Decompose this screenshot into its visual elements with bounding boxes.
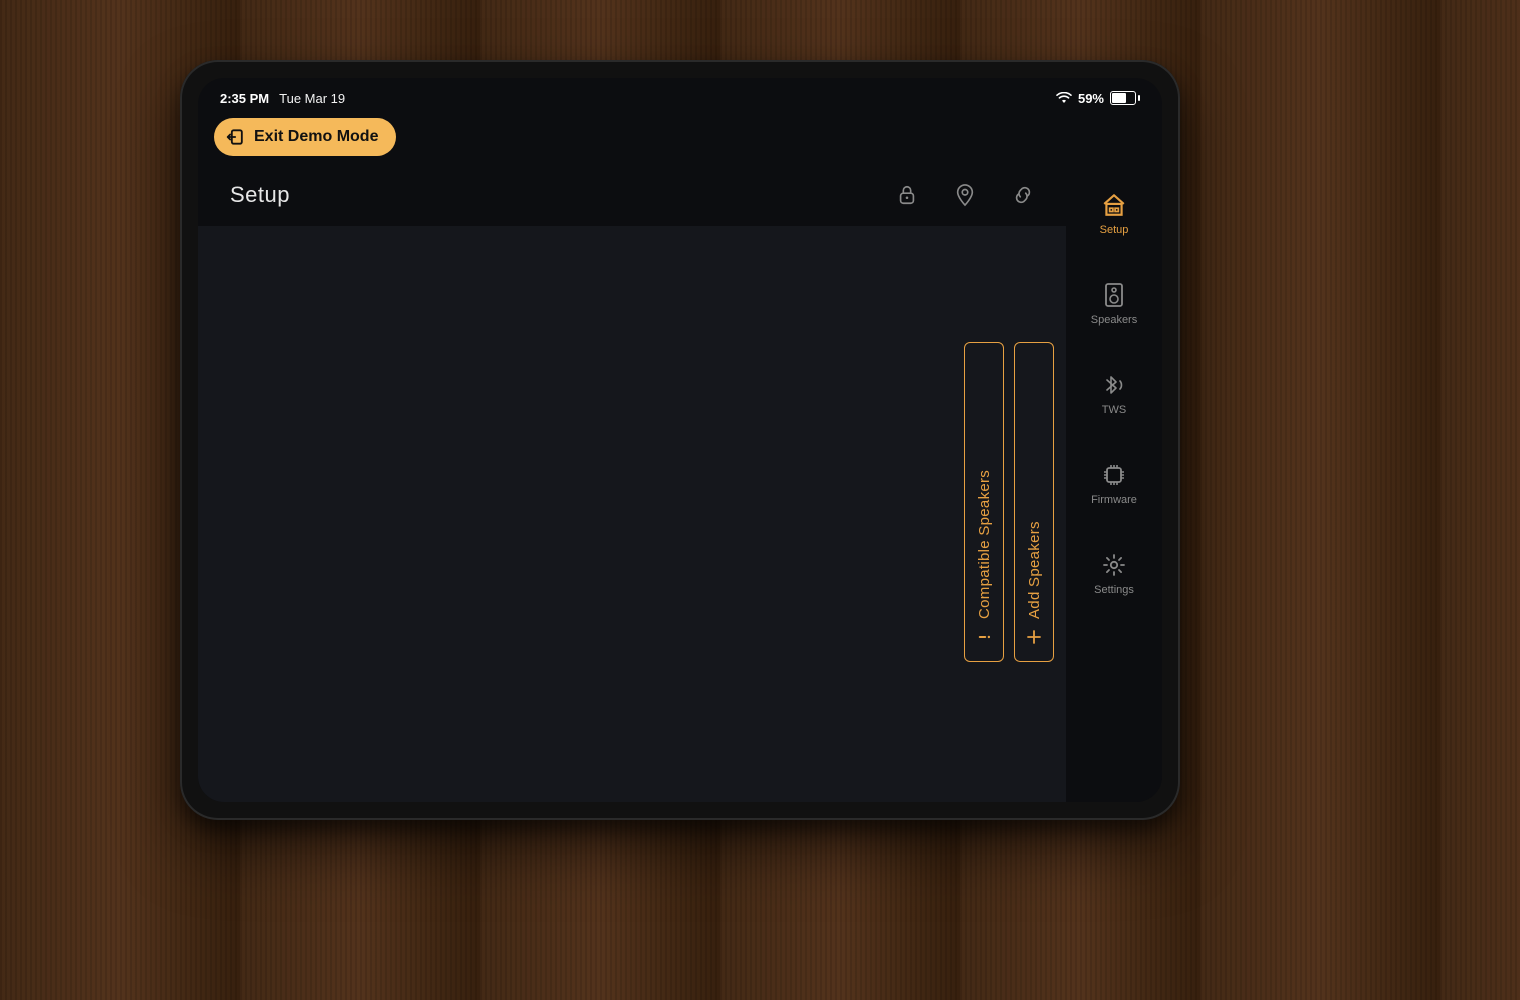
nav-settings[interactable]: Settings	[1074, 552, 1154, 596]
page-header: Setup	[198, 164, 1066, 226]
home-icon	[1101, 192, 1127, 218]
lock-icon[interactable]	[896, 184, 918, 206]
nav-tws[interactable]: TWS	[1074, 372, 1154, 416]
status-bar: 2:35 PM Tue Mar 19 59%	[198, 84, 1162, 112]
add-speakers-label: Add Speakers	[1026, 357, 1043, 619]
exit-icon	[226, 127, 246, 147]
nav-rail: Setup Speakers	[1066, 164, 1162, 802]
plus-icon	[1024, 627, 1044, 647]
nav-speakers[interactable]: Speakers	[1074, 282, 1154, 326]
exit-demo-label: Exit Demo Mode	[254, 128, 378, 146]
content-panel: Compatible Speakers Add Speakers	[198, 226, 1066, 802]
main-column: Setup	[198, 164, 1066, 802]
nav-tws-label: TWS	[1102, 404, 1126, 416]
nav-speakers-label: Speakers	[1091, 314, 1137, 326]
exit-demo-button[interactable]: Exit Demo Mode	[214, 118, 396, 156]
nav-setup[interactable]: Setup	[1074, 192, 1154, 236]
location-pin-icon[interactable]	[954, 184, 976, 206]
compatible-speakers-tab[interactable]: Compatible Speakers	[964, 342, 1004, 662]
nav-setup-label: Setup	[1100, 224, 1129, 236]
app-area: Setup	[198, 164, 1162, 802]
nav-firmware-label: Firmware	[1091, 494, 1137, 506]
info-icon	[974, 627, 994, 647]
battery-icon	[1110, 91, 1140, 105]
add-speakers-tab[interactable]: Add Speakers	[1014, 342, 1054, 662]
screen: 2:35 PM Tue Mar 19 59%	[198, 78, 1162, 802]
wifi-icon	[1056, 92, 1072, 104]
page-title: Setup	[230, 182, 290, 208]
link-icon[interactable]	[1012, 184, 1034, 206]
bluetooth-pair-icon	[1101, 372, 1127, 398]
speaker-icon	[1101, 282, 1127, 308]
chip-icon	[1101, 462, 1127, 488]
tablet-frame: 2:35 PM Tue Mar 19 59%	[180, 60, 1180, 820]
battery-percent: 59%	[1078, 91, 1104, 106]
gear-icon	[1101, 552, 1127, 578]
nav-settings-label: Settings	[1094, 584, 1134, 596]
nav-firmware[interactable]: Firmware	[1074, 462, 1154, 506]
status-time: 2:35 PM	[220, 91, 269, 106]
compatible-speakers-label: Compatible Speakers	[976, 357, 993, 619]
status-date: Tue Mar 19	[279, 91, 345, 106]
